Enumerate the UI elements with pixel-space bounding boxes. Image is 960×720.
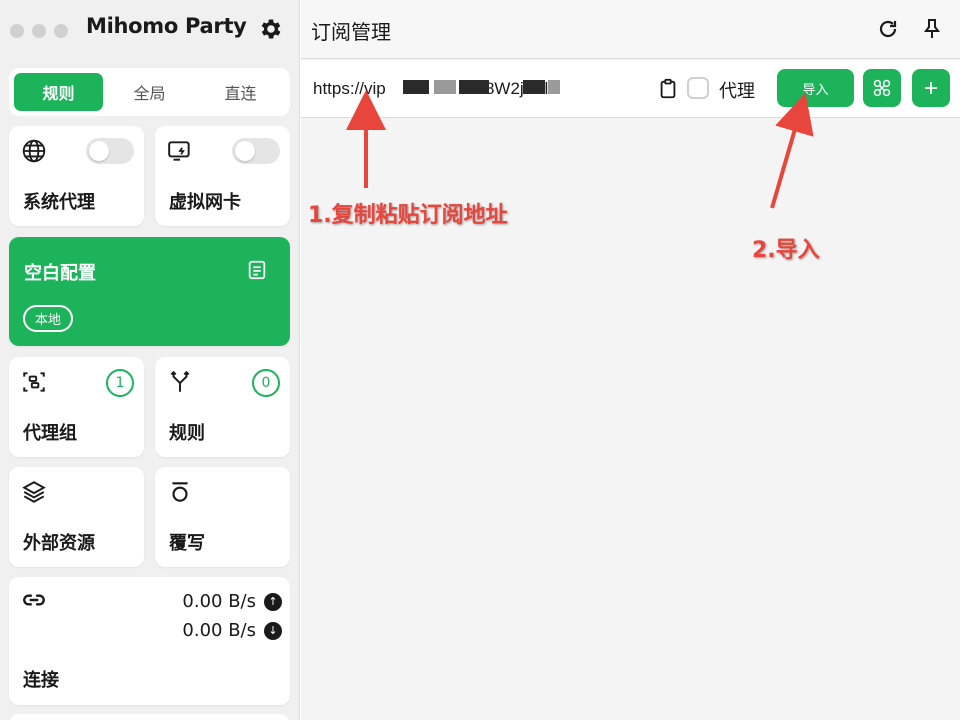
layers-icon [22,481,46,503]
plus-icon [925,82,937,94]
redaction-block [434,80,456,94]
link-icon [23,594,45,606]
page-title: 订阅管理 [311,20,391,44]
download-rate: 0.00 B/s ↓ [182,620,282,641]
fork-icon [170,370,190,392]
refresh-icon[interactable] [876,17,900,41]
override-card[interactable]: 覆写 [155,467,290,567]
use-proxy-checkbox[interactable] [687,77,709,99]
upload-rate-value: 0.00 B/s [182,591,256,612]
clipboard-icon[interactable] [657,78,679,100]
minimize-window-button[interactable] [32,24,46,38]
pin-icon[interactable] [920,17,944,41]
zoom-window-button[interactable] [54,24,68,38]
virtual-nic-card[interactable]: 虚拟网卡 [155,126,290,226]
profile-type-badge: 本地 [23,305,74,332]
override-label: 覆写 [169,533,205,554]
redaction-block [523,80,545,94]
close-window-button[interactable] [10,24,24,38]
window-controls [10,24,68,38]
subscription-toolbar: 代理 导入 [301,60,960,118]
annotation-step1: 1.复制粘贴订阅地址 [308,203,508,228]
proxy-group-card[interactable]: 1 代理组 [9,357,144,457]
scan-group-icon [23,372,45,392]
proxy-group-count-badge: 1 [106,369,134,397]
download-rate-value: 0.00 B/s [182,620,256,641]
document-icon[interactable] [246,259,268,281]
redaction-block [459,80,489,94]
main-panel: 订阅管理 代理 导入 [301,0,960,720]
connections-label: 连接 [23,670,59,691]
redaction-block [403,80,429,94]
system-proxy-toggle[interactable] [86,138,134,164]
update-all-button[interactable] [863,69,901,107]
proxy-group-label: 代理组 [23,423,77,444]
mode-selector: 规则 全局 直连 [9,68,290,116]
tab-mode-direct[interactable]: 直连 [196,73,285,111]
rules-card[interactable]: 0 规则 [155,357,290,457]
connections-card[interactable]: 0.00 B/s ↑ 0.00 B/s ↓ 连接 [9,577,290,705]
rules-label: 规则 [169,423,205,444]
import-button[interactable]: 导入 [777,69,854,107]
monitor-bolt-icon [168,141,190,161]
gear-icon[interactable] [258,16,284,42]
arrow-down-icon: ↓ [264,621,282,640]
use-proxy-label: 代理 [719,81,755,102]
system-proxy-label: 系统代理 [23,192,95,213]
external-resources-label: 外部资源 [23,533,95,554]
top-bar: 订阅管理 [301,0,960,59]
app-title: Mihomo Party [86,14,247,38]
rules-count-badge: 0 [252,369,280,397]
arrow-up-icon: ↑ [264,592,282,611]
external-resources-card[interactable]: 外部资源 [9,467,144,567]
profile-card[interactable]: 空白配置 本地 [9,237,290,346]
globe-icon [22,139,46,163]
redaction-block [548,80,560,94]
sidebar: Mihomo Party 规则 全局 直连 系统代理 虚拟网卡 空白配置 本地 [0,0,300,720]
override-icon [172,482,188,502]
sync-icon [873,79,891,97]
tab-mode-rule[interactable]: 规则 [14,73,103,111]
system-proxy-card[interactable]: 系统代理 [9,126,144,226]
virtual-nic-label: 虚拟网卡 [169,192,241,213]
profile-name: 空白配置 [24,263,96,284]
upload-rate: 0.00 B/s ↑ [182,591,282,612]
tab-mode-global[interactable]: 全局 [105,73,194,111]
add-subscription-button[interactable] [912,69,950,107]
annotation-step2: 2.导入 [752,238,820,263]
virtual-nic-toggle[interactable] [232,138,280,164]
next-card-partial[interactable] [9,714,290,720]
